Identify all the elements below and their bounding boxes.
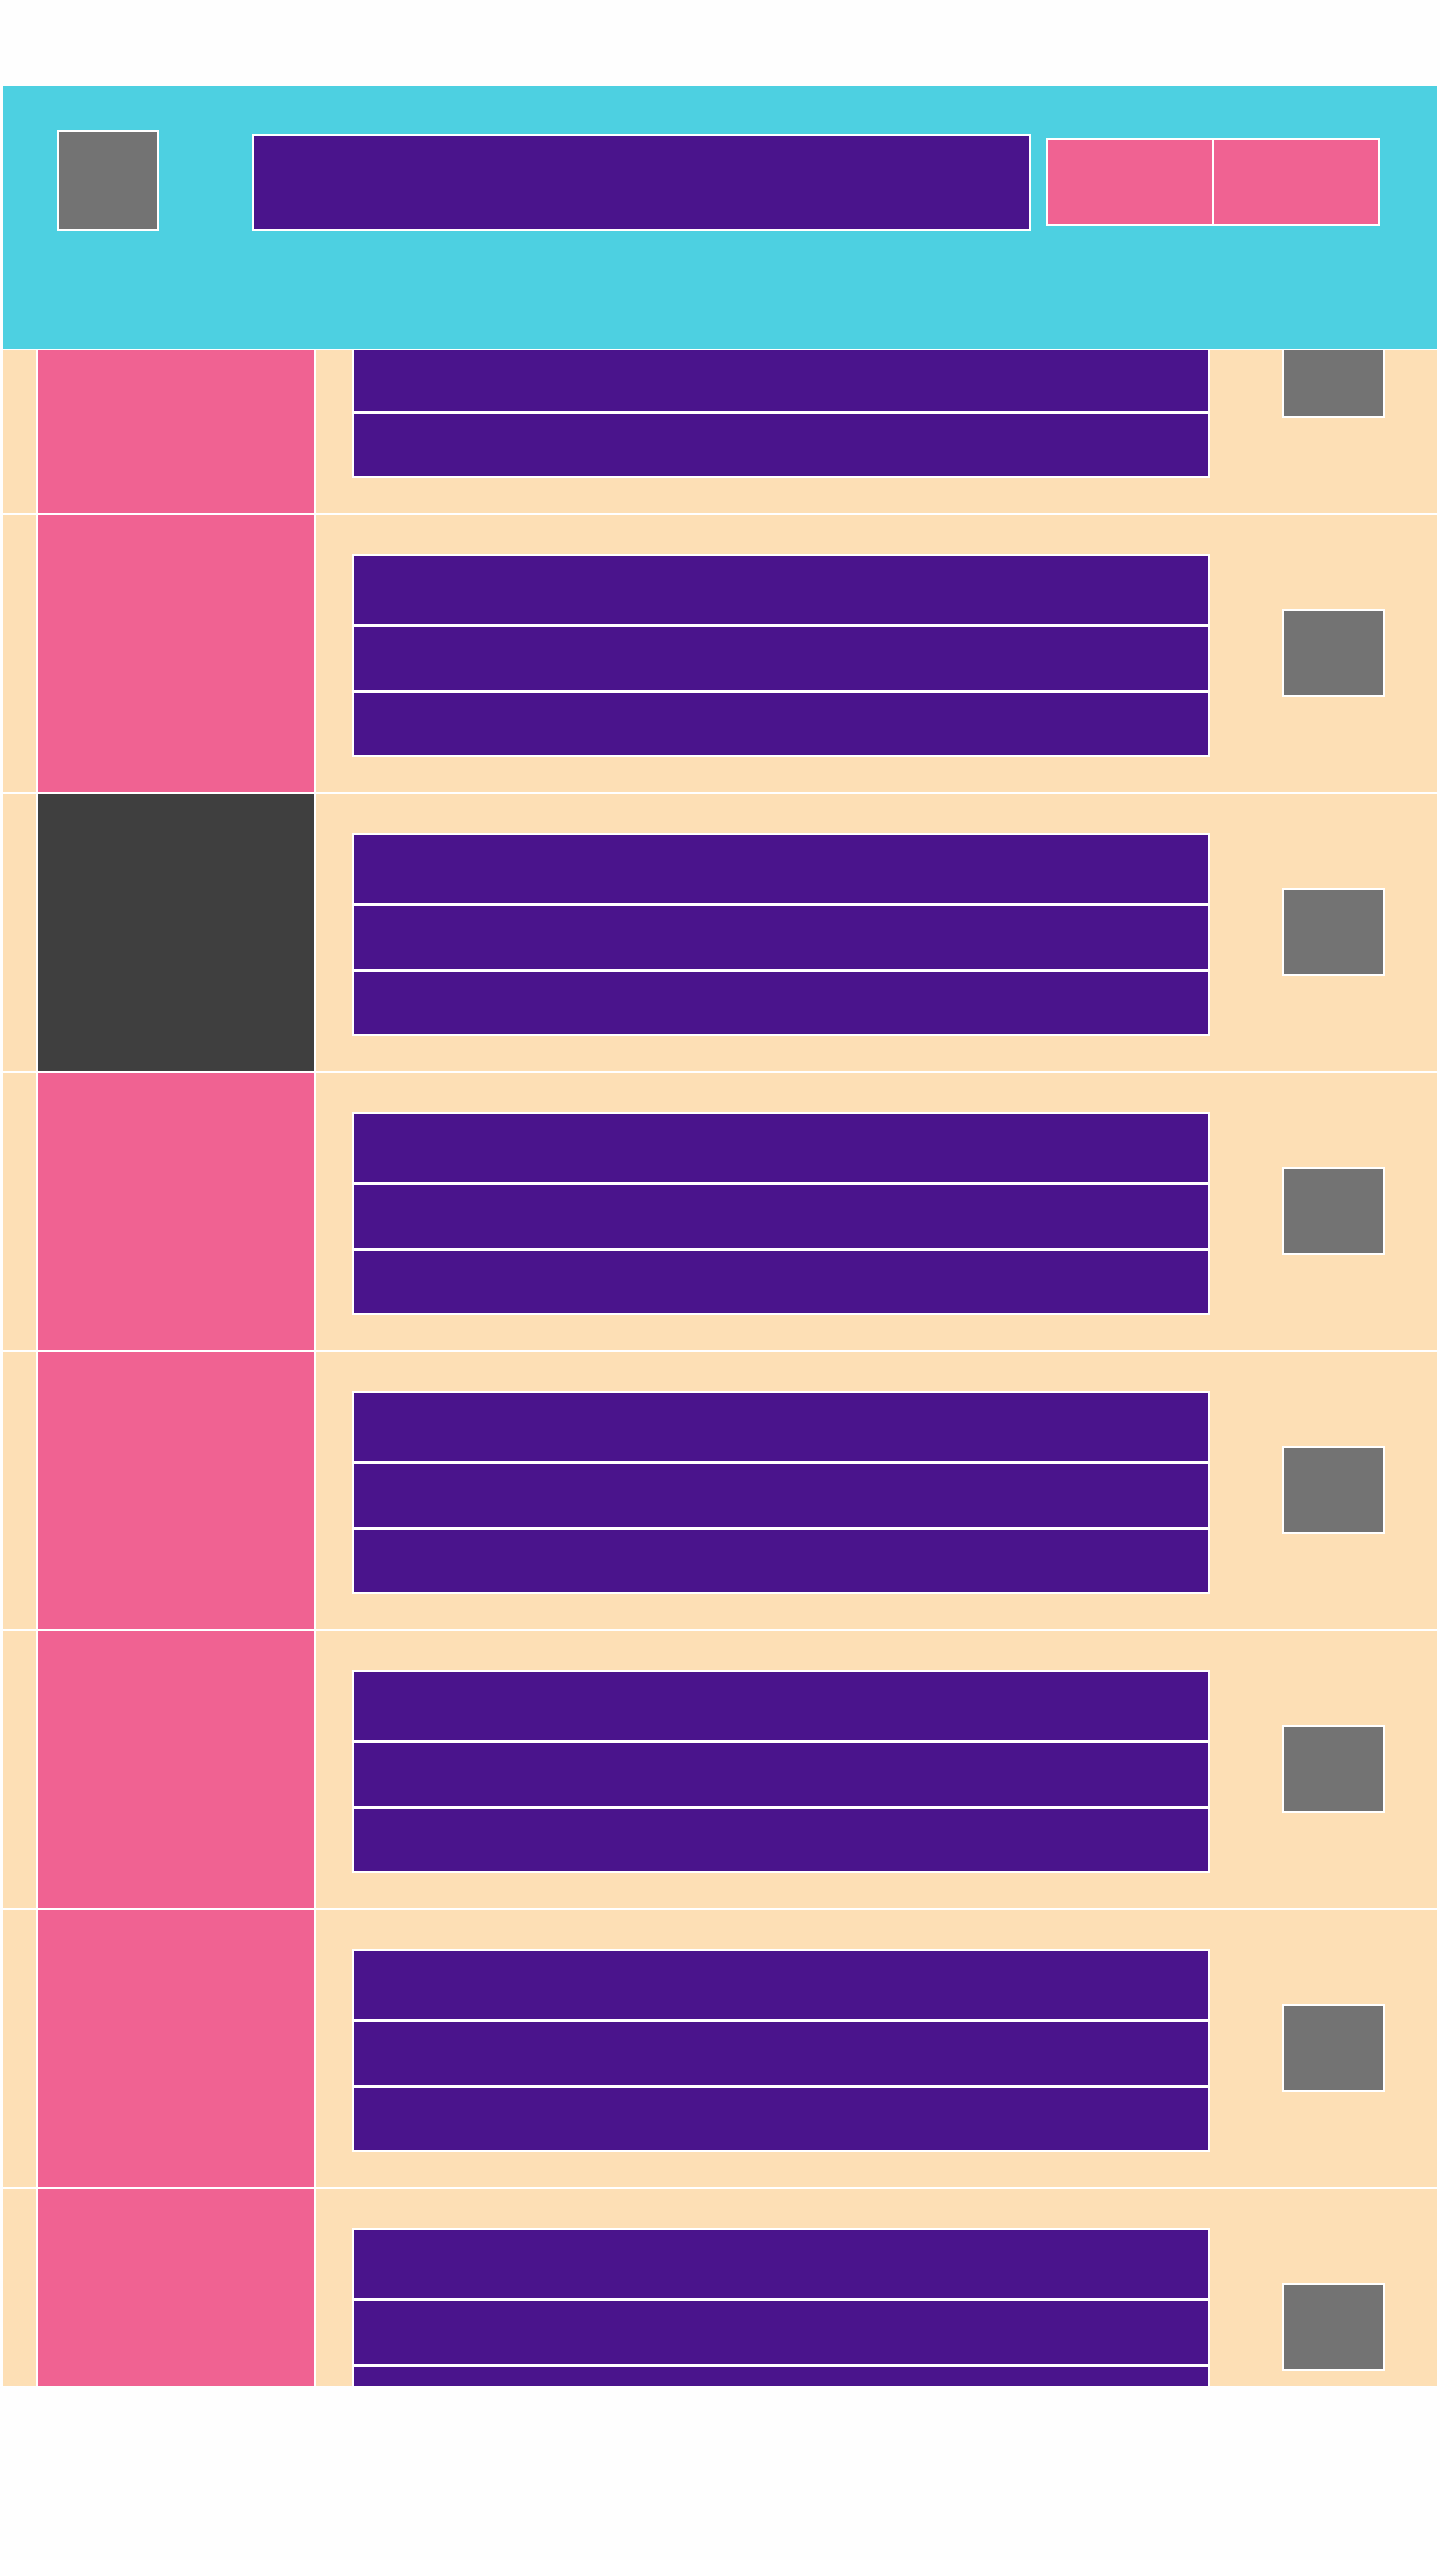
list-item-text-line xyxy=(352,904,1210,971)
list-item-text-line xyxy=(352,2086,1210,2152)
list-item-text-line xyxy=(352,412,1210,478)
list-item-action-icon[interactable] xyxy=(1282,350,1385,418)
list-item-text-line xyxy=(352,2228,1210,2300)
list-item[interactable] xyxy=(3,794,1437,1073)
list-item[interactable] xyxy=(3,1910,1437,2189)
logo-icon[interactable] xyxy=(57,130,159,231)
list-item-text-line xyxy=(352,625,1210,692)
list-item-action-icon[interactable] xyxy=(1282,2283,1385,2371)
list-item-text-line xyxy=(352,691,1210,757)
list-item-text-line xyxy=(352,970,1210,1036)
list-item[interactable] xyxy=(3,350,1437,515)
list-item[interactable] xyxy=(3,2189,1437,2386)
list-item[interactable] xyxy=(3,515,1437,794)
list-item-text-line xyxy=(352,1112,1210,1184)
list-item[interactable] xyxy=(3,1073,1437,1352)
header-button-1[interactable] xyxy=(1046,138,1214,226)
list-item-text-line xyxy=(352,350,1210,413)
item-list[interactable] xyxy=(3,350,1437,2386)
list-item-action-icon[interactable] xyxy=(1282,609,1385,697)
thumbnail-image xyxy=(36,350,316,513)
list-item-text-line xyxy=(352,2299,1210,2366)
header-button-2[interactable] xyxy=(1212,138,1380,226)
thumbnail-image xyxy=(36,515,316,792)
list-item-action-icon[interactable] xyxy=(1282,1167,1385,1255)
list-item-text-line xyxy=(352,1741,1210,1808)
list-item-action-icon[interactable] xyxy=(1282,1725,1385,1813)
list-item-text-line xyxy=(352,1528,1210,1594)
list-item-text-line xyxy=(352,1391,1210,1463)
list-item-text-line xyxy=(352,1183,1210,1250)
list-item-action-icon[interactable] xyxy=(1282,1446,1385,1534)
thumbnail-image xyxy=(36,794,316,1071)
thumbnail-image xyxy=(36,1910,316,2187)
list-item-action-icon[interactable] xyxy=(1282,2004,1385,2092)
thumbnail-image xyxy=(36,1631,316,1908)
list-item-text-line xyxy=(352,1807,1210,1873)
list-item-text-line xyxy=(352,1670,1210,1742)
list-item[interactable] xyxy=(3,1352,1437,1631)
list-item-text-line xyxy=(352,2020,1210,2087)
list-item-text-line xyxy=(352,833,1210,905)
list-item-text-line xyxy=(352,1949,1210,2021)
list-item-text-line xyxy=(352,2365,1210,2386)
list-item[interactable] xyxy=(3,1631,1437,1910)
list-item-text-line xyxy=(352,1462,1210,1529)
thumbnail-image xyxy=(36,1352,316,1629)
item-list-inner xyxy=(3,350,1437,2386)
list-item-text-line xyxy=(352,1249,1210,1315)
app-header xyxy=(3,86,1437,349)
thumbnail-image xyxy=(36,1073,316,1350)
list-item-action-icon[interactable] xyxy=(1282,888,1385,976)
thumbnail-image xyxy=(36,2189,316,2386)
list-item-text-line xyxy=(352,554,1210,626)
search-input[interactable] xyxy=(252,134,1031,231)
